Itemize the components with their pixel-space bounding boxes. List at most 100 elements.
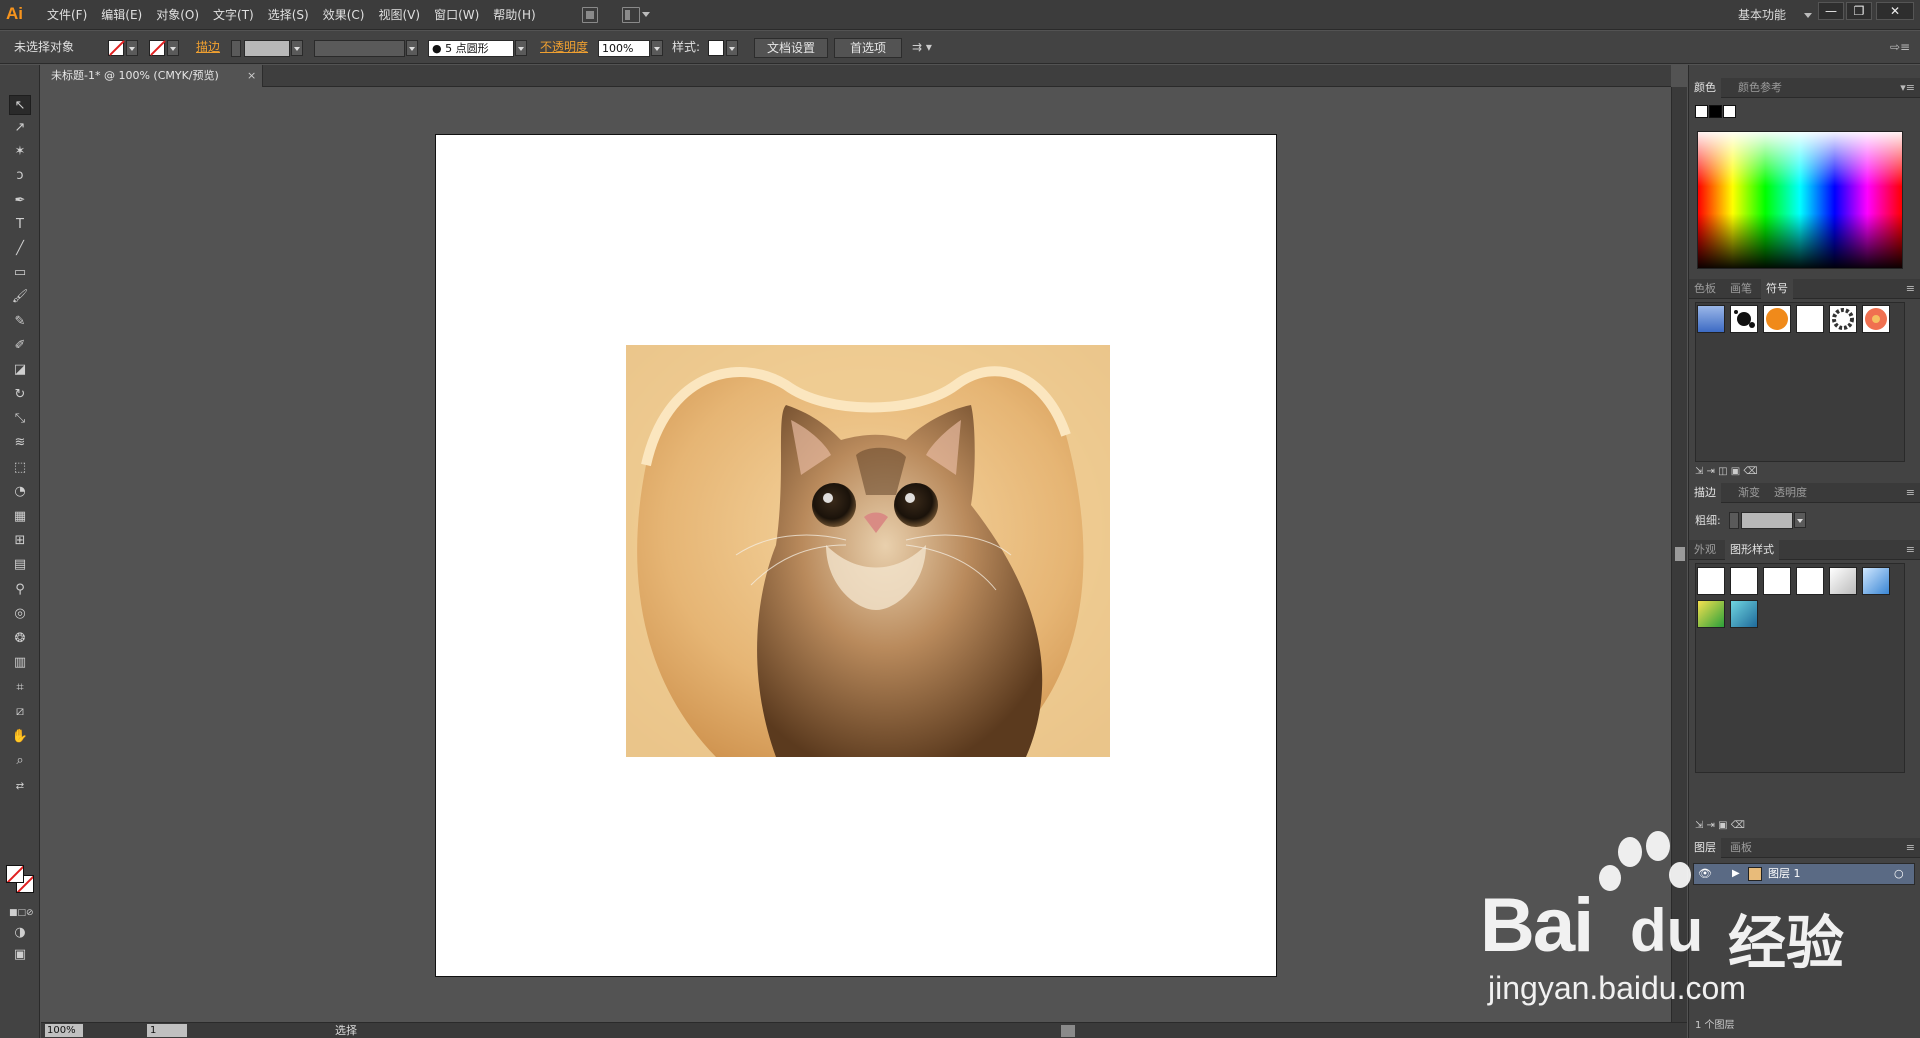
symbol-fleur[interactable] xyxy=(1796,305,1824,333)
panel-menu-icon[interactable]: ⇨≡ xyxy=(1890,31,1910,64)
arrange-documents-icon[interactable] xyxy=(622,7,640,23)
graphic-style-shadow[interactable] xyxy=(1796,567,1824,595)
color-mode-icon[interactable]: ■□⊘ xyxy=(9,903,34,923)
width-tool-icon[interactable]: ≋ xyxy=(9,433,31,453)
document-setup-button[interactable]: 文档设置 xyxy=(754,38,828,58)
opacity-link[interactable]: 不透明度 xyxy=(540,31,588,64)
arrange-icon[interactable]: ⇉ ▾ xyxy=(912,31,932,64)
target-circle-icon[interactable]: ○ xyxy=(1894,864,1904,884)
stroke-weight-stepper[interactable] xyxy=(231,40,241,57)
eraser-tool-icon[interactable]: ◪ xyxy=(9,360,31,380)
line-tool-icon[interactable]: ╱ xyxy=(9,239,31,259)
slice-tool-icon[interactable]: ⧄ xyxy=(9,702,31,722)
close-button[interactable]: ✕ xyxy=(1876,2,1914,20)
menu-object[interactable]: 对象(O) xyxy=(149,0,206,30)
gradient-tool-icon[interactable]: ▤ xyxy=(9,555,31,575)
symbol-blue-banner[interactable] xyxy=(1697,305,1725,333)
workspace-switcher[interactable]: 基本功能 xyxy=(1738,0,1786,30)
graphic-style-blue[interactable] xyxy=(1862,567,1890,595)
zoom-tool-icon[interactable]: ⌕ xyxy=(9,751,31,771)
selection-tool-icon[interactable]: ↖ xyxy=(9,95,31,115)
graphic-style-default[interactable] xyxy=(1697,567,1725,595)
preferences-button[interactable]: 首选项 xyxy=(834,38,902,58)
style-dropdown[interactable] xyxy=(726,40,738,56)
chevron-down-icon[interactable] xyxy=(1804,13,1812,18)
black-swatch[interactable] xyxy=(1709,105,1722,118)
variable-width-field[interactable] xyxy=(314,40,405,57)
graphic-style-white[interactable] xyxy=(1763,567,1791,595)
none-swatch[interactable] xyxy=(1695,105,1708,118)
eyedropper-tool-icon[interactable]: ⚲ xyxy=(9,580,31,600)
drawing-mode-icon[interactable]: ◑ xyxy=(9,923,31,943)
screen-mode-icon[interactable]: ▣ xyxy=(9,945,31,965)
stroke-weight-stepper[interactable] xyxy=(1729,512,1739,529)
artboard-number-field[interactable]: 1 xyxy=(147,1024,187,1037)
fill-box[interactable] xyxy=(6,865,24,883)
zoom-field[interactable]: 100% xyxy=(45,1024,83,1037)
perspective-grid-tool-icon[interactable]: ▦ xyxy=(9,507,31,527)
panel-menu-icon[interactable]: ≡ xyxy=(1906,483,1915,503)
tab-artboards[interactable]: 画板 xyxy=(1725,838,1757,858)
swap-fill-stroke-icon[interactable]: ⇄ xyxy=(9,777,31,797)
mesh-tool-icon[interactable]: ⊞ xyxy=(9,531,31,551)
symbol-orange-ball[interactable] xyxy=(1763,305,1791,333)
document-tab[interactable]: 未标题-1* @ 100% (CMYK/预览) xyxy=(41,65,263,87)
menu-type[interactable]: 文字(T) xyxy=(206,0,261,30)
fill-swatch[interactable] xyxy=(108,40,124,56)
graphic-style-teal[interactable] xyxy=(1730,600,1758,628)
panel-menu-icon[interactable]: ≡ xyxy=(1906,279,1915,299)
pencil-tool-icon[interactable]: ✎ xyxy=(9,312,31,332)
hand-tool-icon[interactable]: ✋ xyxy=(9,727,31,747)
graphic-style-green[interactable] xyxy=(1697,600,1725,628)
stroke-weight-field[interactable] xyxy=(244,40,290,57)
panel-menu-icon[interactable]: ≡ xyxy=(1906,540,1915,560)
bridge-icon[interactable] xyxy=(582,7,598,23)
menu-edit[interactable]: 编辑(E) xyxy=(94,0,149,30)
magic-wand-tool-icon[interactable]: ✶ xyxy=(9,142,31,162)
tab-layers[interactable]: 图层 xyxy=(1689,838,1721,858)
tab-stroke[interactable]: 描边 xyxy=(1689,483,1721,503)
type-tool-icon[interactable]: T xyxy=(9,215,31,235)
graphic-style-none[interactable] xyxy=(1730,567,1758,595)
color-spectrum[interactable] xyxy=(1697,131,1903,269)
vertical-scrollbar[interactable] xyxy=(1671,87,1687,1022)
symbol-splatter[interactable] xyxy=(1730,305,1758,333)
stroke-weight-dropdown[interactable] xyxy=(291,40,303,56)
tab-swatches[interactable]: 色板 xyxy=(1689,279,1721,299)
symbol-wreath[interactable] xyxy=(1829,305,1857,333)
chevron-down-icon[interactable] xyxy=(642,12,650,17)
opacity-field[interactable]: 100% xyxy=(598,40,650,57)
shape-builder-tool-icon[interactable]: ◔ xyxy=(9,482,31,502)
stroke-weight-dropdown[interactable] xyxy=(1794,512,1806,528)
fill-stroke-selector[interactable] xyxy=(6,865,36,895)
style-swatch[interactable] xyxy=(708,40,724,56)
rotate-tool-icon[interactable]: ↻ xyxy=(9,385,31,405)
white-swatch[interactable] xyxy=(1723,105,1736,118)
current-tool-status[interactable]: 选择 xyxy=(335,1023,357,1038)
menu-file[interactable]: 文件(F) xyxy=(40,0,94,30)
direct-selection-tool-icon[interactable]: ↗ xyxy=(9,118,31,138)
minimize-button[interactable]: — xyxy=(1818,2,1844,20)
layer-row[interactable]: 👁 ▶ 图层 1 ○ xyxy=(1693,863,1915,885)
menu-select[interactable]: 选择(S) xyxy=(261,0,316,30)
symbol-flower[interactable] xyxy=(1862,305,1890,333)
tab-color[interactable]: 颜色 xyxy=(1689,78,1721,98)
pen-tool-icon[interactable]: ✒ xyxy=(9,191,31,211)
fill-dropdown[interactable] xyxy=(126,40,138,56)
tab-appearance[interactable]: 外观 xyxy=(1689,540,1721,560)
menu-effect[interactable]: 效果(C) xyxy=(316,0,372,30)
kitten-photo[interactable] xyxy=(626,345,1110,757)
close-tab-icon[interactable]: × xyxy=(247,65,256,87)
tab-color-guide[interactable]: 颜色参考 xyxy=(1733,78,1787,98)
graphic-style-soft[interactable] xyxy=(1829,567,1857,595)
tab-graphic-styles[interactable]: 图形样式 xyxy=(1725,540,1779,560)
horizontal-scroll-thumb[interactable] xyxy=(1061,1025,1075,1037)
rectangle-tool-icon[interactable]: ▭ xyxy=(9,263,31,283)
free-transform-tool-icon[interactable]: ⬚ xyxy=(9,458,31,478)
stroke-swatch[interactable] xyxy=(149,40,165,56)
opacity-dropdown[interactable] xyxy=(651,40,663,56)
tab-gradient[interactable]: 渐变 xyxy=(1733,483,1765,503)
panel-menu-icon[interactable]: ≡ xyxy=(1906,838,1915,858)
lasso-tool-icon[interactable]: ↄ xyxy=(9,166,31,186)
menu-window[interactable]: 窗口(W) xyxy=(427,0,486,30)
